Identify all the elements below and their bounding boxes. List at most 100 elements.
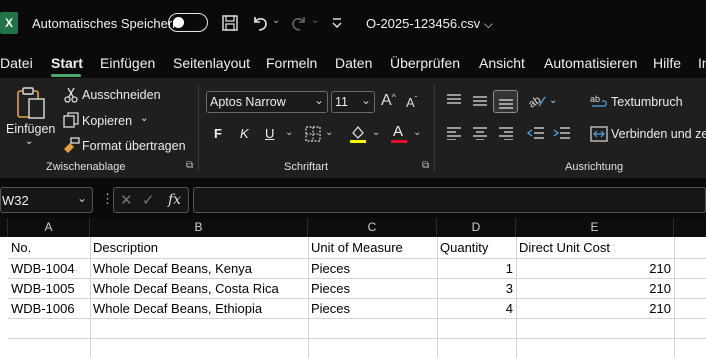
redo-dropdown-icon[interactable]: ⌄ bbox=[311, 15, 319, 26]
table-cell[interactable]: 1 bbox=[437, 259, 516, 279]
clipboard-launcher-icon[interactable]: ⧉ bbox=[186, 160, 193, 171]
merge-center-label[interactable]: Verbinden und zen bbox=[611, 127, 706, 141]
menu-ueberpruefen[interactable]: Überprüfen bbox=[390, 55, 460, 71]
menu-daten[interactable]: Daten bbox=[335, 55, 372, 71]
wrap-text-icon[interactable]: ab bbox=[590, 93, 608, 109]
fill-color-icon[interactable] bbox=[349, 124, 367, 144]
name-box[interactable]: W32 ⌄ bbox=[0, 187, 93, 213]
cell-d1[interactable]: Quantity bbox=[437, 238, 516, 258]
copy-label[interactable]: Kopieren bbox=[82, 114, 132, 128]
svg-text:ab: ab bbox=[527, 94, 543, 110]
redo-icon[interactable] bbox=[289, 13, 309, 33]
menu-formeln[interactable]: Formeln bbox=[266, 55, 317, 71]
column-header-b[interactable]: B bbox=[90, 218, 308, 237]
menu-hilfe[interactable]: Hilfe bbox=[653, 55, 681, 71]
table-cell[interactable]: Pieces bbox=[308, 279, 437, 299]
table-cell[interactable]: Pieces bbox=[308, 259, 437, 279]
orientation-dropdown-icon[interactable]: ⌄ bbox=[549, 95, 557, 106]
font-color-icon[interactable]: A bbox=[393, 123, 403, 140]
format-painter-icon[interactable] bbox=[62, 137, 80, 153]
orientation-icon[interactable]: ab bbox=[527, 92, 547, 110]
column-header-e[interactable]: E bbox=[516, 218, 674, 237]
menu-einfuegen[interactable]: Einfügen bbox=[100, 55, 155, 71]
svg-text:ab: ab bbox=[590, 94, 600, 104]
decrease-indent-icon[interactable] bbox=[527, 126, 545, 140]
toggle-knob bbox=[173, 17, 184, 28]
formula-input[interactable] bbox=[193, 187, 706, 213]
divider bbox=[198, 84, 199, 172]
table-cell[interactable]: Whole Decaf Beans, Costa Rica bbox=[90, 279, 308, 299]
column-header-a[interactable]: A bbox=[8, 218, 90, 237]
underline-dropdown-icon[interactable]: ⌄ bbox=[285, 127, 293, 138]
paste-icon[interactable] bbox=[15, 86, 47, 120]
excel-logo-icon: X bbox=[0, 12, 18, 34]
menu-seitenlayout[interactable]: Seitenlayout bbox=[173, 55, 250, 71]
paste-dropdown-icon[interactable]: ⌄ bbox=[25, 136, 33, 147]
chevron-down-icon: ⌵ bbox=[483, 17, 493, 31]
table-cell[interactable]: 210 bbox=[516, 299, 674, 319]
align-right-icon[interactable] bbox=[498, 126, 514, 140]
undo-dropdown-icon[interactable]: ⌄ bbox=[272, 15, 280, 26]
font-size-select[interactable]: 11 ⌄ bbox=[331, 91, 375, 113]
column-header-f[interactable] bbox=[674, 218, 706, 237]
table-cell[interactable]: Whole Decaf Beans, Ethiopia bbox=[90, 299, 308, 319]
fill-color-dropdown-icon[interactable]: ⌄ bbox=[372, 127, 380, 138]
bold-button[interactable]: F bbox=[214, 126, 222, 141]
insert-function-icon[interactable]: fx bbox=[168, 192, 181, 208]
confirm-icon[interactable]: ✓ bbox=[142, 191, 155, 209]
save-icon[interactable] bbox=[221, 14, 239, 32]
scissors-icon[interactable] bbox=[64, 87, 78, 103]
menu-in[interactable]: In bbox=[698, 55, 706, 71]
cell-a1[interactable]: No. bbox=[8, 238, 90, 258]
paste-label[interactable]: Einfügen bbox=[6, 122, 55, 136]
menu-ansicht[interactable]: Ansicht bbox=[479, 55, 525, 71]
grow-font-icon[interactable]: A^ bbox=[381, 92, 396, 110]
divider bbox=[434, 84, 435, 172]
customize-toolbar-icon[interactable] bbox=[331, 16, 343, 30]
menu-start[interactable]: Start bbox=[51, 55, 83, 71]
cell-b1[interactable]: Description bbox=[90, 238, 308, 258]
copy-icon[interactable] bbox=[63, 112, 79, 128]
align-left-icon[interactable] bbox=[446, 126, 462, 140]
table-cell[interactable]: 3 bbox=[437, 279, 516, 299]
cut-label[interactable]: Ausschneiden bbox=[82, 88, 161, 102]
copy-dropdown-icon[interactable]: ⌄ bbox=[140, 113, 148, 124]
align-top-icon[interactable] bbox=[446, 93, 462, 107]
table-cell[interactable]: WDB-1005 bbox=[8, 279, 90, 299]
table-cell[interactable]: Whole Decaf Beans, Kenya bbox=[90, 259, 308, 279]
table-cell[interactable]: WDB-1006 bbox=[8, 299, 90, 319]
align-middle-icon[interactable] bbox=[472, 95, 488, 109]
file-name[interactable]: O-2025-123456.csv ⌵ bbox=[366, 16, 493, 32]
menu-automatisieren[interactable]: Automatisieren bbox=[544, 55, 637, 71]
font-launcher-icon[interactable]: ⧉ bbox=[422, 160, 429, 171]
wrap-text-label[interactable]: Textumbruch bbox=[611, 95, 683, 109]
shrink-font-icon[interactable]: Aˇ bbox=[406, 95, 417, 110]
increase-indent-icon[interactable] bbox=[553, 126, 571, 140]
align-center-icon[interactable] bbox=[472, 126, 488, 140]
font-name-select[interactable]: Aptos Narrow ⌄ bbox=[206, 91, 328, 113]
underline-button[interactable]: U bbox=[265, 126, 274, 141]
chevron-down-icon: ⌄ bbox=[360, 93, 371, 107]
undo-icon[interactable] bbox=[250, 13, 270, 33]
align-bottom-button[interactable] bbox=[493, 90, 518, 113]
italic-button[interactable]: K bbox=[240, 126, 249, 141]
format-painter-label[interactable]: Format übertragen bbox=[82, 139, 186, 153]
menu-datei[interactable]: Datei bbox=[0, 55, 33, 71]
formula-controls: ✕ ✓ fx bbox=[113, 187, 189, 213]
cell-e1[interactable]: Direct Unit Cost bbox=[516, 238, 674, 258]
select-all-corner[interactable] bbox=[0, 218, 8, 237]
autosave-toggle[interactable] bbox=[168, 13, 208, 32]
cancel-icon[interactable]: ✕ bbox=[120, 191, 133, 209]
table-cell[interactable]: 210 bbox=[516, 279, 674, 299]
merge-center-icon[interactable] bbox=[590, 126, 608, 142]
table-cell[interactable]: Pieces bbox=[308, 299, 437, 319]
cell-c1[interactable]: Unit of Measure bbox=[308, 238, 437, 258]
table-cell[interactable]: WDB-1004 bbox=[8, 259, 90, 279]
borders-icon[interactable] bbox=[305, 126, 321, 142]
column-header-d[interactable]: D bbox=[437, 218, 516, 237]
table-cell[interactable]: 210 bbox=[516, 259, 674, 279]
font-color-dropdown-icon[interactable]: ⌄ bbox=[413, 127, 421, 138]
borders-dropdown-icon[interactable]: ⌄ bbox=[325, 127, 333, 138]
column-header-c[interactable]: C bbox=[308, 218, 437, 237]
table-cell[interactable]: 4 bbox=[437, 299, 516, 319]
